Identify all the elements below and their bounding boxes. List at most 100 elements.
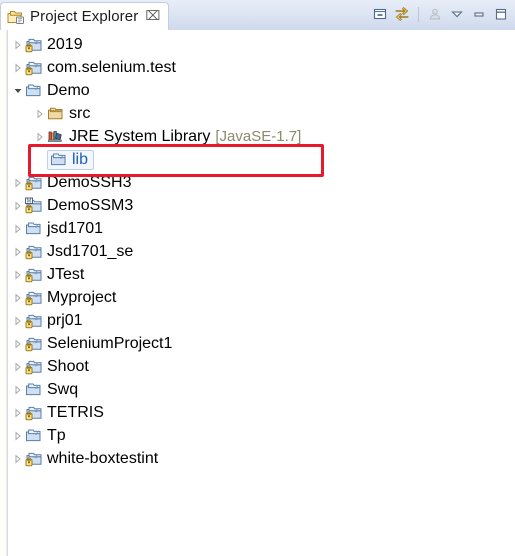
- maximize-button[interactable]: [491, 4, 511, 24]
- view-toolbar: [370, 4, 511, 24]
- tree-row[interactable]: Demo: [3, 79, 515, 102]
- tree-item-demossm3[interactable]: M DemoSSM3: [25, 197, 133, 214]
- toolbar-separator: [418, 6, 419, 22]
- chevron-right-icon[interactable]: [11, 56, 25, 79]
- project-explorer-view: Project Explorer ⌧ 2019 com.selenium.tes…: [0, 0, 515, 556]
- tree-item-demo[interactable]: Demo: [25, 82, 90, 99]
- tree-item-suffix: [JavaSE-1.7]: [215, 128, 302, 145]
- tree-item-jsd1701-se[interactable]: Jsd1701_se: [25, 243, 133, 260]
- project-tree: 2019 com.selenium.test Demo src JRE Syst…: [3, 30, 515, 470]
- java-project-icon: [25, 36, 43, 53]
- tree-item-lib[interactable]: lib: [47, 149, 95, 170]
- chevron-right-icon[interactable]: [11, 309, 25, 332]
- java-project-icon: [25, 289, 43, 306]
- java-project-icon: [25, 335, 43, 352]
- tab-project-explorer[interactable]: Project Explorer ⌧: [0, 2, 170, 30]
- project-tree-pane[interactable]: 2019 com.selenium.test Demo src JRE Syst…: [0, 30, 515, 556]
- tree-item-com-selenium-test[interactable]: com.selenium.test: [25, 59, 176, 76]
- tree-row[interactable]: SeleniumProject1: [3, 332, 515, 355]
- tree-row[interactable]: com.selenium.test: [3, 56, 515, 79]
- tree-item-label: lib: [72, 150, 89, 168]
- chevron-right-icon[interactable]: [33, 102, 47, 125]
- tree-row[interactable]: prj01: [3, 309, 515, 332]
- java-project-icon: [25, 243, 43, 260]
- chevron-right-icon[interactable]: [11, 447, 25, 470]
- tree-item-label: Tp: [47, 426, 66, 444]
- chevron-right-icon[interactable]: [33, 125, 47, 148]
- tree-item-label: DemoSSH3: [47, 173, 132, 191]
- java-project-icon: [25, 174, 43, 191]
- tree-row[interactable]: TETRIS: [3, 401, 515, 424]
- tree-item-2019[interactable]: 2019: [25, 36, 83, 53]
- open-folder-icon: [25, 427, 43, 444]
- tree-item-label: Jsd1701_se: [47, 242, 134, 260]
- open-folder-icon: [25, 220, 43, 237]
- tree-row[interactable]: lib: [3, 148, 515, 171]
- tree-item-label: Myproject: [47, 288, 117, 306]
- tree-row[interactable]: Jsd1701_se: [3, 240, 515, 263]
- chevron-right-icon[interactable]: [11, 424, 25, 447]
- tree-item-prj01[interactable]: prj01: [25, 312, 83, 329]
- tree-row[interactable]: DemoSSH3: [3, 171, 515, 194]
- tree-row[interactable]: M DemoSSM3: [3, 194, 515, 217]
- tree-item-tp[interactable]: Tp: [25, 427, 66, 444]
- tab-label: Project Explorer: [30, 8, 139, 25]
- tree-row[interactable]: Shoot: [3, 355, 515, 378]
- link-with-editor-button[interactable]: [392, 4, 412, 24]
- svg-text:M: M: [27, 198, 31, 204]
- view-tab-bar: Project Explorer ⌧: [0, 0, 515, 31]
- tree-item-label: TETRIS: [47, 403, 104, 421]
- tree-item-swq[interactable]: Swq: [25, 381, 78, 398]
- chevron-down-icon[interactable]: [11, 79, 25, 102]
- tree-item-seleniumproject1[interactable]: SeleniumProject1: [25, 335, 172, 352]
- tree-item-label: Demo: [47, 81, 90, 99]
- chevron-right-icon[interactable]: [11, 378, 25, 401]
- tree-item-jtest[interactable]: JTest: [25, 266, 84, 283]
- java-project-icon: [25, 450, 43, 467]
- tree-item-shoot[interactable]: Shoot: [25, 358, 89, 375]
- tree-row[interactable]: jsd1701: [3, 217, 515, 240]
- chevron-right-icon[interactable]: [11, 194, 25, 217]
- chevron-right-icon[interactable]: [11, 33, 25, 56]
- tree-row[interactable]: Tp: [3, 424, 515, 447]
- view-menu-button[interactable]: [447, 4, 467, 24]
- chevron-right-icon[interactable]: [11, 286, 25, 309]
- jre-library-icon: [47, 128, 65, 145]
- tree-row[interactable]: src: [3, 102, 515, 125]
- tree-row[interactable]: JTest: [3, 263, 515, 286]
- tree-row[interactable]: 2019: [3, 33, 515, 56]
- tree-item-demossh3[interactable]: DemoSSH3: [25, 174, 131, 191]
- chevron-right-icon[interactable]: [11, 263, 25, 286]
- source-folder-icon: [47, 105, 65, 122]
- chevron-right-icon[interactable]: [11, 332, 25, 355]
- tree-item-label: jsd1701: [47, 219, 104, 237]
- tree-item-white-boxtestint[interactable]: white-boxtestint: [25, 450, 158, 467]
- tree-row[interactable]: Myproject: [3, 286, 515, 309]
- tree-item-label: 2019: [47, 35, 83, 53]
- java-project-icon: [25, 59, 43, 76]
- tree-item-label: DemoSSM3: [47, 196, 134, 214]
- tree-row[interactable]: white-boxtestint: [3, 447, 515, 470]
- tree-item-jre-system-library[interactable]: JRE System Library [JavaSE-1.7]: [47, 128, 301, 145]
- tree-row[interactable]: JRE System Library [JavaSE-1.7]: [3, 125, 515, 148]
- collapse-all-button[interactable]: [370, 4, 390, 24]
- tree-item-src[interactable]: src: [47, 105, 90, 122]
- tree-item-myproject[interactable]: Myproject: [25, 289, 116, 306]
- tree-item-label: com.selenium.test: [47, 58, 176, 76]
- chevron-right-icon[interactable]: [11, 217, 25, 240]
- focus-on-active-task-button[interactable]: [425, 4, 445, 24]
- java-project-icon: [25, 266, 43, 283]
- chevron-right-icon[interactable]: [11, 240, 25, 263]
- twisty-placeholder: [33, 148, 47, 171]
- open-folder-icon: [50, 151, 68, 168]
- chevron-right-icon[interactable]: [11, 171, 25, 194]
- tree-row[interactable]: Swq: [3, 378, 515, 401]
- chevron-right-icon[interactable]: [11, 401, 25, 424]
- tree-item-tetris[interactable]: TETRIS: [25, 404, 104, 421]
- close-icon[interactable]: ⌧: [145, 10, 160, 23]
- tree-item-label: SeleniumProject1: [47, 334, 173, 352]
- chevron-right-icon[interactable]: [11, 355, 25, 378]
- tree-item-jsd1701[interactable]: jsd1701: [25, 220, 103, 237]
- maven-project-icon: M: [25, 197, 43, 214]
- minimize-button[interactable]: [469, 4, 489, 24]
